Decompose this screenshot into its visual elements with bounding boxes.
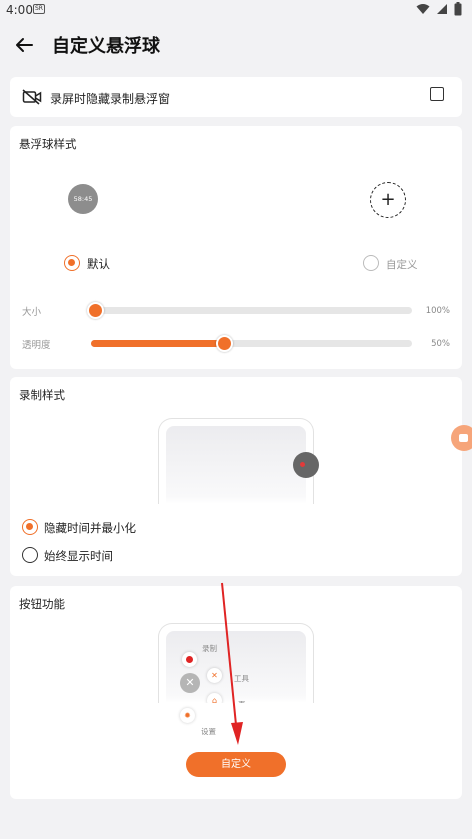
record-menu-icon (182, 652, 197, 667)
opacity-label: 透明度 (22, 340, 51, 351)
back-arrow-icon[interactable] (12, 33, 36, 57)
size-slider[interactable] (87, 302, 412, 319)
home-menu-label: 页 (238, 699, 246, 703)
default-ball-preview[interactable]: 58:45 (68, 184, 98, 214)
ball-style-default-label: 默认 (87, 257, 110, 271)
minimized-float-ball (293, 452, 319, 478)
hide-on-record-label: 录屏时隐藏录制悬浮窗 (50, 92, 171, 106)
hide-on-record-checkbox[interactable] (430, 87, 444, 101)
battery-icon (454, 2, 462, 16)
app-bar: 自定义悬浮球 (0, 22, 472, 68)
size-value: 100% (425, 306, 450, 316)
hide-on-record-row[interactable]: 录屏时隐藏录制悬浮窗 (10, 77, 462, 117)
wifi-icon (416, 4, 430, 14)
ball-style-card: 悬浮球样式 58:45 + 默认 自定义 大小 100% 透明度 50% (10, 126, 462, 369)
ball-style-default-radio[interactable] (64, 255, 80, 271)
tools-menu-label: 工具 (234, 674, 249, 683)
tools-menu-icon: ✕ (207, 668, 222, 683)
record-style-title: 录制样式 (19, 388, 65, 402)
phone-screen (166, 426, 306, 504)
ball-style-custom-label: 自定义 (386, 259, 418, 271)
screen-record-indicator-icon: SR (33, 4, 45, 14)
record-dot-icon (300, 462, 305, 467)
settings-menu-label: 设置 (201, 727, 216, 736)
opacity-slider-thumb[interactable] (216, 335, 233, 352)
opacity-slider[interactable] (91, 335, 412, 352)
close-menu-icon: ✕ (180, 673, 200, 693)
record-style-show-radio[interactable] (22, 547, 38, 563)
button-function-title: 按钮功能 (19, 597, 65, 611)
status-bar: 4:00 SR (0, 0, 472, 22)
home-menu-icon: ⌂ (207, 693, 222, 703)
camera-off-icon (22, 89, 42, 105)
edge-floating-ball[interactable] (451, 425, 472, 451)
size-label: 大小 (22, 307, 42, 318)
record-style-card: 录制样式 隐藏时间并最小化 始终显示时间 (10, 377, 462, 576)
size-slider-thumb[interactable] (87, 302, 104, 319)
ball-style-title: 悬浮球样式 (19, 137, 77, 151)
customize-button[interactable]: 自定义 (186, 752, 286, 777)
signal-icon (437, 4, 447, 14)
system-icons (416, 2, 462, 16)
button-function-card: 按钮功能 录制 ✕ 工具 ✕ ⌂ 页 ✹ 设置 自定义 (10, 586, 462, 799)
add-custom-ball-button[interactable]: + (370, 182, 406, 218)
button-function-phone-preview: 录制 ✕ 工具 ✕ ⌂ 页 (158, 623, 314, 703)
page-title: 自定义悬浮球 (52, 36, 160, 57)
record-style-hide-radio[interactable] (22, 519, 38, 535)
record-menu-label: 录制 (202, 644, 217, 653)
status-time: 4:00 (6, 3, 33, 17)
ball-style-custom-radio[interactable] (363, 255, 379, 271)
record-style-phone-preview (158, 418, 319, 504)
record-style-show-label: 始终显示时间 (44, 549, 113, 563)
plus-icon: + (380, 189, 396, 210)
settings-menu-icon: ✹ (180, 708, 195, 723)
opacity-slider-fill (91, 340, 224, 347)
opacity-value: 50% (431, 339, 450, 349)
record-style-hide-label: 隐藏时间并最小化 (44, 521, 136, 535)
